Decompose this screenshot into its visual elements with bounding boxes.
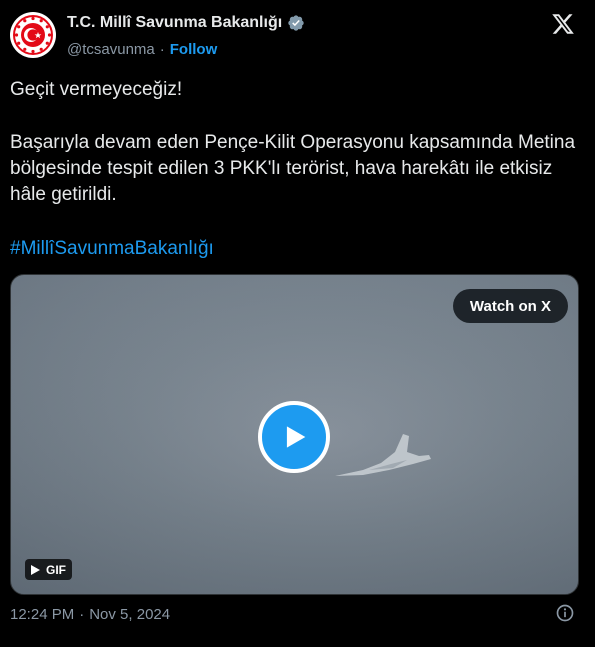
separator-dot: · [159,41,165,58]
tweet-timestamp[interactable]: 12:24 PM · Nov 5, 2024 [10,606,170,623]
gif-badge[interactable]: GIF [25,559,72,580]
author-handle[interactable]: @tcsavunma [67,41,155,58]
fighter-jet-image [335,434,431,476]
author-name[interactable]: T.C. Millî Savunma Bakanlığı [67,14,282,32]
tweet-card: T.C. Millî Savunma Bakanlığı @tcsavunma … [0,0,595,647]
watch-on-x-button[interactable]: Watch on X [452,289,568,323]
avatar[interactable] [10,12,56,58]
verified-badge-icon [288,15,304,31]
hashtag-link[interactable]: #MillîSavunmaBakanlığı [10,236,214,262]
tweet-paragraph: Başarıyla devam eden Pençe-Kilit Operasy… [10,132,576,205]
x-logo-icon[interactable] [551,12,575,36]
tweet-time: 12:24 PM [10,606,75,623]
timestamp-separator: · [79,606,85,623]
gif-label: GIF [46,562,66,577]
author-name-row: T.C. Millî Savunma Bakanlığı [67,14,305,32]
tweet-date: Nov 5, 2024 [89,606,171,623]
play-button[interactable] [258,401,330,473]
follow-button[interactable]: Follow [170,41,218,58]
play-icon [286,426,306,448]
author-handle-row: @tcsavunma · Follow [67,41,217,58]
info-icon[interactable] [555,603,575,623]
video-media[interactable]: Watch on X GIF [10,274,579,595]
tweet-line1: Geçit vermeyeceğiz! [10,79,183,100]
play-small-icon [31,564,40,575]
ministry-seal-icon [12,14,54,56]
